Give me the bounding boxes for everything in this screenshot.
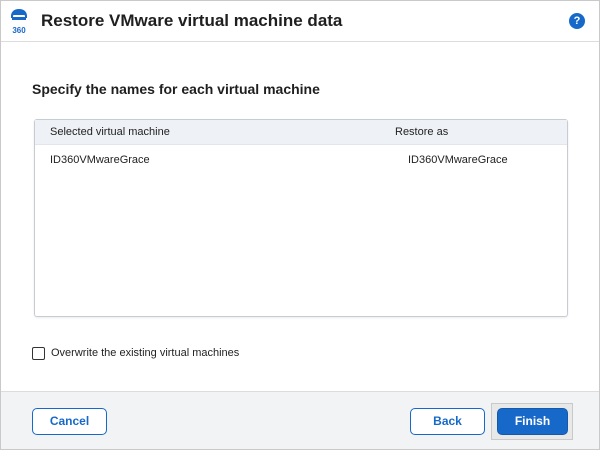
dialog-footer: Cancel Back Finish (1, 391, 599, 449)
cancel-button[interactable]: Cancel (32, 408, 107, 435)
overwrite-option[interactable]: Overwrite the existing virtual machines (32, 345, 239, 361)
table-header: Selected virtual machine Restore as (35, 120, 567, 145)
column-header-restore-as: Restore as (395, 126, 449, 138)
overwrite-checkbox[interactable] (32, 346, 45, 360)
help-icon[interactable]: ? (569, 13, 585, 29)
table-row[interactable]: ID360VMwareGrace ID360VMwareGrace (35, 150, 567, 170)
finish-button[interactable]: Finish (497, 408, 568, 435)
app-logo-icon: 360 (8, 8, 30, 36)
restore-as-cell[interactable]: ID360VMwareGrace (408, 154, 508, 166)
app-logo-text: 360 (12, 26, 26, 35)
section-heading: Specify the names for each virtual machi… (32, 81, 320, 97)
back-button[interactable]: Back (410, 408, 485, 435)
title-bar: 360 Restore VMware virtual machine data … (1, 1, 599, 42)
overwrite-label: Overwrite the existing virtual machines (51, 347, 240, 359)
column-header-selected-vm: Selected virtual machine (50, 126, 170, 138)
dialog-title: Restore VMware virtual machine data (41, 11, 343, 30)
selected-vm-cell: ID360VMwareGrace (50, 154, 150, 166)
finish-focus-ring: Finish (491, 403, 573, 440)
restore-dialog: 360 Restore VMware virtual machine data … (0, 0, 600, 450)
vm-names-table: Selected virtual machine Restore as ID36… (34, 119, 568, 317)
